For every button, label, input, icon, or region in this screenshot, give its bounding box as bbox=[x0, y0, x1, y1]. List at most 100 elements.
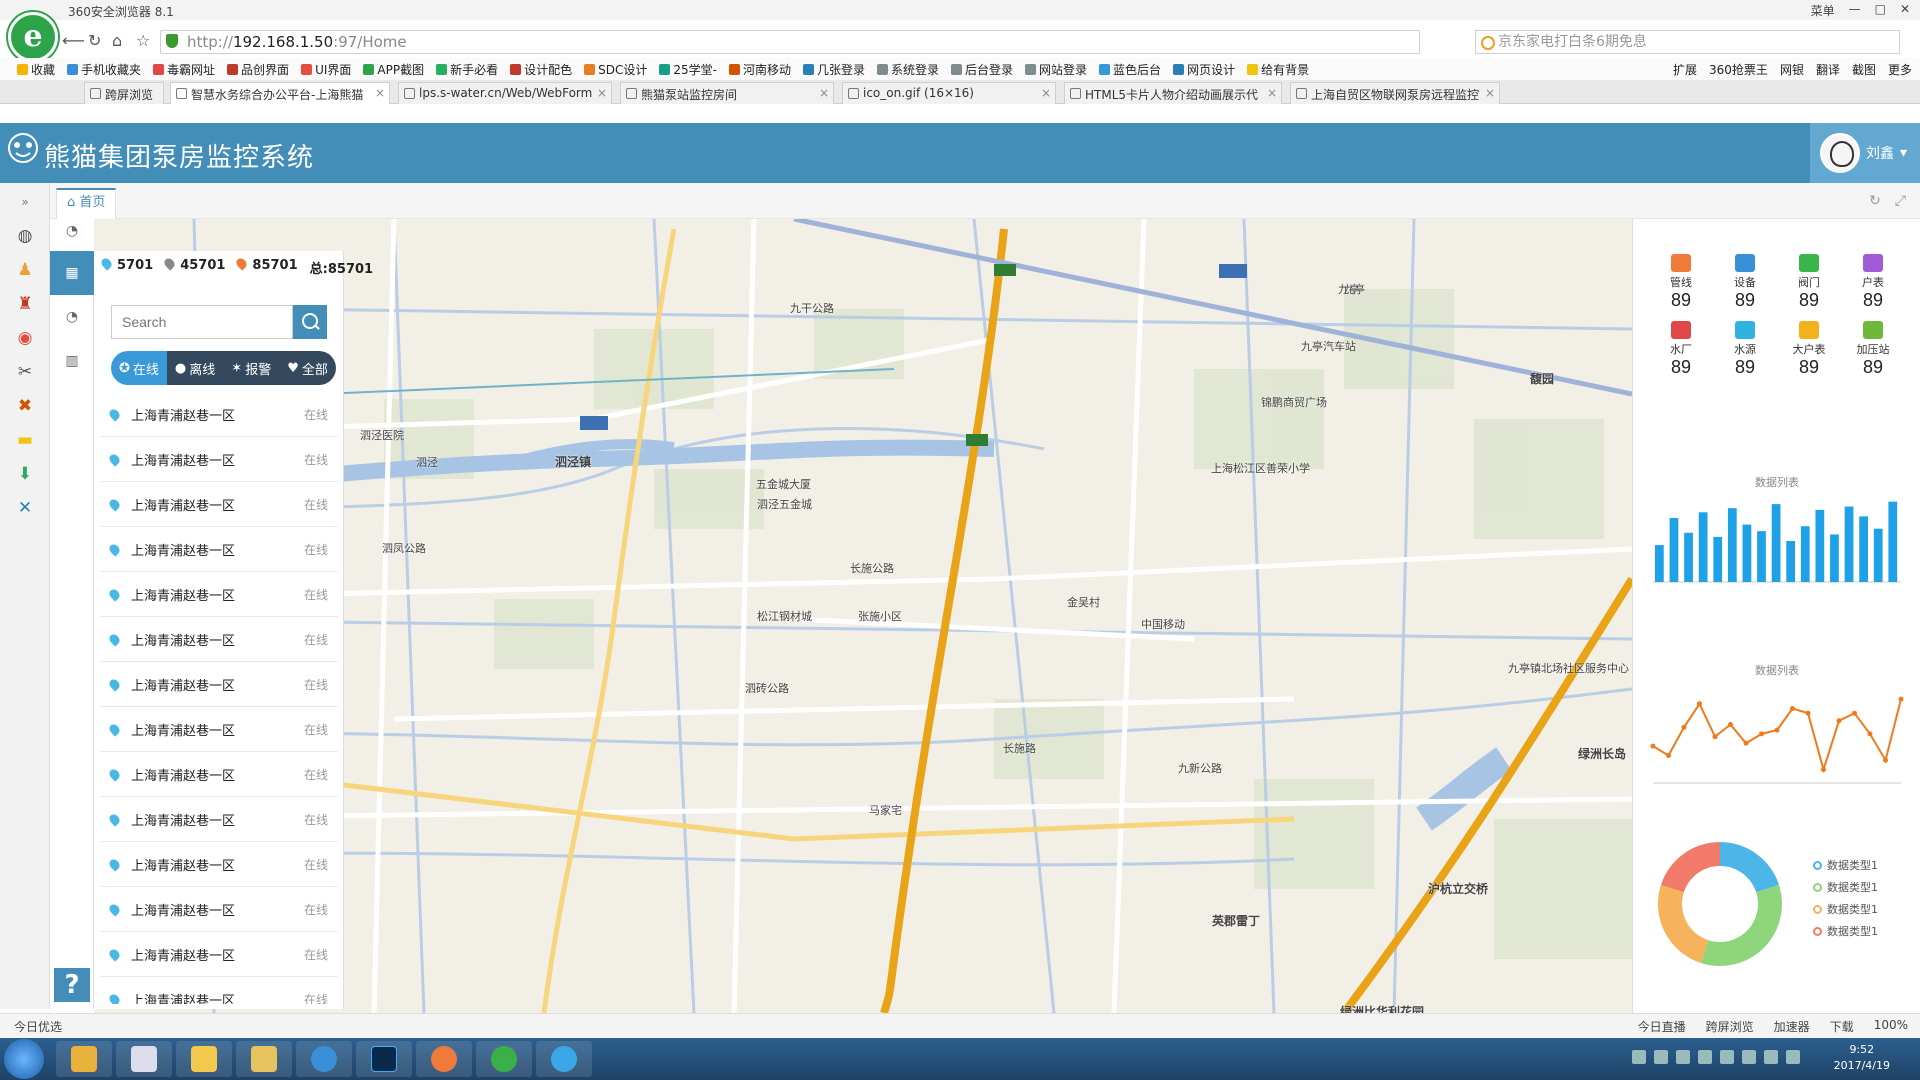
maximize-button[interactable]: □ bbox=[1875, 2, 1886, 19]
browser-search-input[interactable]: 京东家电打白条6期免息 bbox=[1475, 30, 1900, 54]
tab-close-icon[interactable]: × bbox=[597, 86, 607, 100]
browser-tab[interactable]: lps.s-water.cn/Web/WebForm × bbox=[398, 82, 612, 104]
home-icon[interactable]: ⌂ bbox=[112, 31, 122, 50]
site-row[interactable]: 上海青浦赵巷一区 在线 bbox=[100, 572, 338, 617]
status-item[interactable]: 加速器 bbox=[1774, 1018, 1810, 1035]
user-menu[interactable]: 刘鑫 ▾ bbox=[1810, 123, 1920, 183]
person-icon[interactable]: ♜ bbox=[10, 289, 40, 319]
url-input[interactable]: http://192.168.1.50:97/Home bbox=[160, 30, 1420, 54]
reload-icon[interactable]: ↻ bbox=[1869, 193, 1881, 209]
site-row[interactable]: 上海青浦赵巷一区 在线 bbox=[100, 797, 338, 842]
site-row[interactable]: 上海青浦赵巷一区 在线 bbox=[100, 977, 338, 1004]
fullscreen-icon[interactable]: ⤢ bbox=[1895, 193, 1906, 209]
taskbar-photoshop[interactable] bbox=[356, 1041, 412, 1077]
kpi-item[interactable]: 加压站 89 bbox=[1841, 321, 1905, 378]
tab-close-icon[interactable]: × bbox=[375, 86, 385, 100]
favorite-link[interactable]: 25学堂- bbox=[654, 61, 722, 78]
site-row[interactable]: 上海青浦赵巷一区 在线 bbox=[100, 887, 338, 932]
tab-close-icon[interactable]: × bbox=[1041, 86, 1051, 100]
minimize-button[interactable]: — bbox=[1849, 2, 1861, 19]
favorite-link[interactable]: 蓝色后台 bbox=[1094, 61, 1166, 78]
status-item[interactable]: 下载 bbox=[1830, 1018, 1854, 1035]
taskbar-360[interactable] bbox=[476, 1041, 532, 1077]
tab-close-icon[interactable]: × bbox=[1485, 86, 1495, 100]
toolbar-5[interactable]: 更多 bbox=[1888, 61, 1912, 78]
close-button[interactable]: ✕ bbox=[1900, 2, 1910, 19]
search-input[interactable] bbox=[111, 305, 293, 339]
browser-tab[interactable]: ico_on.gif (16×16) × bbox=[842, 82, 1056, 104]
site-row[interactable]: 上海青浦赵巷一区 在线 bbox=[100, 482, 338, 527]
dashboard-tab-icon[interactable]: ◔ bbox=[50, 209, 94, 253]
alarm-icon[interactable]: ◉ bbox=[10, 323, 40, 353]
site-row[interactable]: 上海青浦赵巷一区 在线 bbox=[100, 527, 338, 572]
favorite-link[interactable]: 后台登录 bbox=[946, 61, 1018, 78]
site-row[interactable]: 上海青浦赵巷一区 在线 bbox=[100, 932, 338, 977]
grid-tab-icon[interactable]: ▦ bbox=[50, 251, 94, 295]
tab-close-icon[interactable]: × bbox=[819, 86, 829, 100]
status-item[interactable]: 今日直播 bbox=[1638, 1018, 1686, 1035]
site-row[interactable]: 上海青浦赵巷一区 在线 bbox=[100, 437, 338, 482]
collapse-icon[interactable]: » bbox=[10, 187, 40, 217]
today-picks[interactable]: 今日优选 bbox=[14, 1018, 62, 1035]
favorite-link[interactable]: SDC设计 bbox=[579, 61, 652, 78]
wrench-icon[interactable]: ✖ bbox=[10, 391, 40, 421]
favorite-link[interactable]: 给有背景 bbox=[1242, 61, 1314, 78]
favorite-link[interactable]: 手机收藏夹 bbox=[62, 61, 146, 78]
browser-tab[interactable]: 智慧水务综合办公平台-上海熊猫 × bbox=[170, 82, 390, 104]
columns-tab-icon[interactable]: ▥ bbox=[50, 339, 94, 383]
filter-all-button[interactable]: ♥ 全部 bbox=[279, 351, 336, 385]
favorite-link[interactable]: 设计配色 bbox=[505, 61, 577, 78]
taskbar-ie[interactable] bbox=[296, 1041, 352, 1077]
browser-tab[interactable]: 上海自贸区物联网泵房远程监控 × bbox=[1290, 82, 1500, 104]
favorite-link[interactable]: APP截图 bbox=[358, 61, 429, 78]
filter-online-button[interactable]: ✪ 在线 bbox=[111, 351, 167, 385]
gauge-tab-icon[interactable]: ◔ bbox=[50, 295, 94, 339]
kpi-item[interactable]: 大户表 89 bbox=[1777, 321, 1841, 378]
site-row[interactable]: 上海青浦赵巷一区 在线 bbox=[100, 662, 338, 707]
favorite-link[interactable]: 网站登录 bbox=[1020, 61, 1092, 78]
refresh-icon[interactable]: ↻ bbox=[88, 31, 101, 50]
site-row[interactable]: 上海青浦赵巷一区 在线 bbox=[100, 707, 338, 752]
browser-tab[interactable]: 跨屏浏览 bbox=[84, 82, 164, 104]
back-icon[interactable]: ⟵ bbox=[62, 31, 85, 50]
site-row[interactable]: 上海青浦赵巷一区 在线 bbox=[100, 392, 338, 437]
taskbar-explorer[interactable] bbox=[236, 1041, 292, 1077]
favorite-link[interactable]: 河南移动 bbox=[724, 61, 796, 78]
site-row[interactable]: 上海青浦赵巷一区 在线 bbox=[100, 617, 338, 662]
favorite-link[interactable]: 网页设计 bbox=[1168, 61, 1240, 78]
kpi-item[interactable]: 户表 89 bbox=[1841, 254, 1905, 311]
taskbar-app-9[interactable] bbox=[536, 1041, 592, 1077]
favorite-link[interactable]: UI界面 bbox=[296, 61, 356, 78]
kpi-item[interactable]: 水厂 89 bbox=[1649, 321, 1713, 378]
taskbar-app-7[interactable] bbox=[416, 1041, 472, 1077]
tools-icon[interactable]: ✂ bbox=[10, 357, 40, 387]
browser-tab[interactable]: 熊猫泵站监控房间 × bbox=[620, 82, 834, 104]
user-icon[interactable]: ♟ bbox=[10, 255, 40, 285]
favorite-link[interactable]: 品创界面 bbox=[222, 61, 294, 78]
filter-alarm-button[interactable]: ✶ 报警 bbox=[223, 351, 280, 385]
kpi-item[interactable]: 管线 89 bbox=[1649, 254, 1713, 311]
taskbar-app-3[interactable] bbox=[176, 1041, 232, 1077]
browser-logo-icon[interactable]: e bbox=[8, 12, 58, 62]
kpi-item[interactable]: 阀门 89 bbox=[1777, 254, 1841, 311]
kpi-item[interactable]: 设备 89 bbox=[1713, 254, 1777, 311]
menu-button[interactable]: 菜单 bbox=[1811, 2, 1835, 19]
favorite-link[interactable]: 几张登录 bbox=[798, 61, 870, 78]
start-button[interactable] bbox=[4, 1039, 44, 1079]
favorite-link[interactable]: 新手必看 bbox=[431, 61, 503, 78]
settings-icon[interactable]: ✕ bbox=[10, 493, 40, 523]
site-row[interactable]: 上海青浦赵巷一区 在线 bbox=[100, 752, 338, 797]
status-item[interactable]: 100% bbox=[1874, 1018, 1908, 1035]
site-row[interactable]: 上海青浦赵巷一区 在线 bbox=[100, 842, 338, 887]
bookmark-icon[interactable]: ☆ bbox=[136, 31, 150, 50]
toolbar-2[interactable]: 网银 bbox=[1780, 61, 1804, 78]
globe-icon[interactable]: ◍ bbox=[10, 221, 40, 251]
kpi-item[interactable]: 水源 89 bbox=[1713, 321, 1777, 378]
taskbar-app-2[interactable] bbox=[116, 1041, 172, 1077]
card-icon[interactable]: ▬ bbox=[10, 425, 40, 455]
status-item[interactable]: 跨屏浏览 bbox=[1706, 1018, 1754, 1035]
toolbar-4[interactable]: 截图 bbox=[1852, 61, 1876, 78]
filter-offline-button[interactable]: ● 离线 bbox=[166, 351, 224, 385]
download-icon[interactable]: ⬇ bbox=[10, 459, 40, 489]
favorite-link[interactable]: 毒霸网址 bbox=[148, 61, 220, 78]
